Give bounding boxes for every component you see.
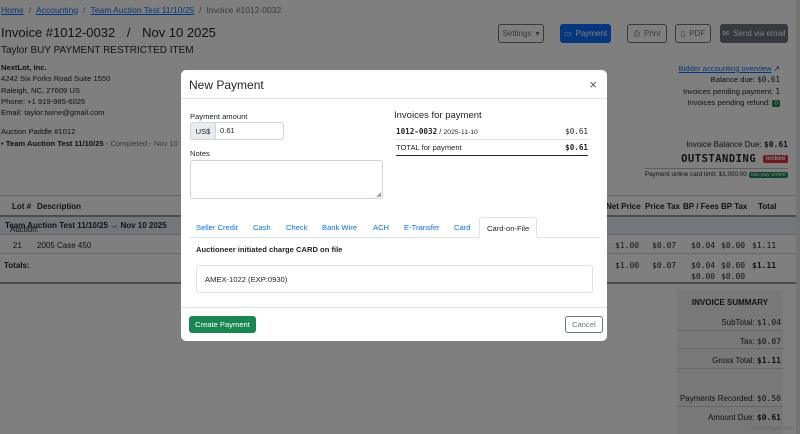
- close-icon[interactable]: ×: [589, 78, 597, 91]
- resize-handle-icon[interactable]: ◢: [376, 191, 381, 198]
- invoice-payment-date: 2025-11-10: [443, 129, 478, 136]
- invoice-payment-separator: /: [439, 127, 442, 136]
- tab-card-on-file[interactable]: Card-on-File: [479, 217, 538, 238]
- invoice-payment-number: 1012-0032: [396, 127, 438, 136]
- modal-header: New Payment ×: [181, 70, 607, 99]
- invoice-payment-row: 1012-0032 / 2025-11-10 $0.61: [396, 127, 588, 140]
- notes-textarea[interactable]: ◢: [190, 160, 383, 199]
- tab-check[interactable]: Check: [286, 223, 308, 232]
- tab-ach[interactable]: ACH: [373, 223, 389, 232]
- tab-e-transfer[interactable]: E-Transfer: [404, 223, 440, 232]
- invoice-payment-amount: $0.61: [565, 127, 588, 136]
- currency-addon: US$: [190, 122, 216, 140]
- payment-amount-group: US$ 0.61: [190, 122, 284, 140]
- card-on-file-option[interactable]: AMEX-1022 (EXP:0930): [196, 265, 593, 293]
- total-payment-amount: $0.61: [565, 143, 588, 152]
- notes-label: Notes: [190, 149, 210, 158]
- payment-amount-input[interactable]: 0.61: [216, 122, 284, 140]
- tab-seller-credit[interactable]: Seller Credit: [196, 223, 238, 232]
- card-on-file-heading: Auctioneer initiated charge CARD on file: [196, 245, 343, 254]
- tab-cash[interactable]: Cash: [253, 223, 271, 232]
- modal-footer: [181, 307, 607, 308]
- payment-amount-label: Payment amount: [190, 112, 248, 121]
- total-payment-row: TOTAL for payment $0.61: [396, 143, 588, 156]
- cancel-button[interactable]: Cancel: [565, 316, 603, 333]
- tab-bank-wire[interactable]: Bank Wire: [322, 223, 357, 232]
- create-payment-button[interactable]: Create Payment: [189, 316, 256, 333]
- tab-card[interactable]: Card: [454, 223, 470, 232]
- payment-method-tabs: Seller Credit Cash Check Bank Wire ACH E…: [190, 217, 600, 238]
- modal-title: New Payment: [189, 78, 264, 92]
- invoices-for-payment-heading: Invoices for payment: [394, 110, 482, 121]
- total-payment-label: TOTAL for payment: [396, 143, 462, 152]
